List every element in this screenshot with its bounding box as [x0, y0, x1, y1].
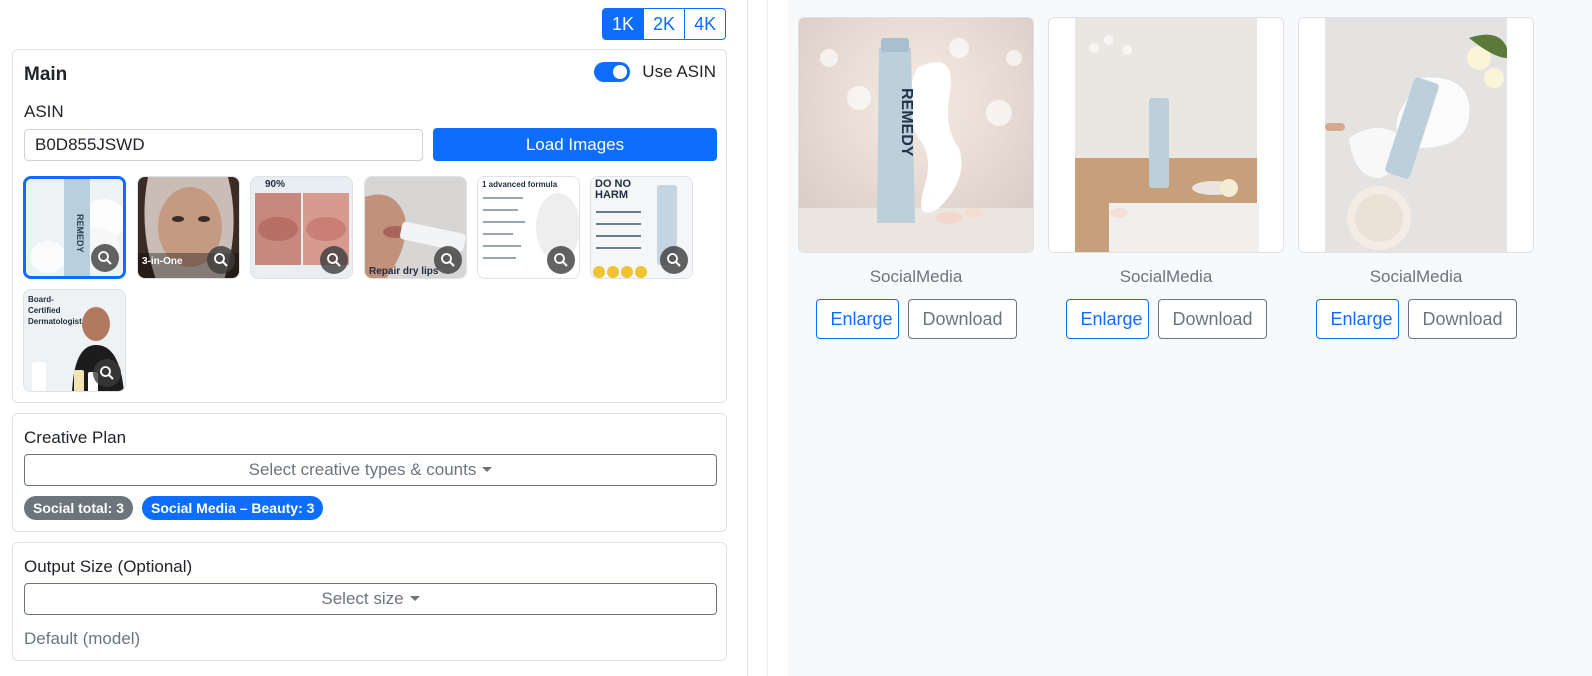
main-card: Main Use ASIN ASIN Load Images REMEDY	[12, 49, 727, 403]
zoom-icon[interactable]	[660, 246, 688, 274]
result-image-graphic: REMEDY	[799, 18, 1033, 252]
thumbnail-overlay-text: Board-Certified Dermatologist	[28, 295, 82, 326]
download-button[interactable]: Download	[907, 299, 1017, 339]
resolution-2k-button[interactable]: 2K	[643, 8, 686, 40]
use-asin-toggle[interactable]	[594, 62, 631, 82]
enlarge-button[interactable]: Enlarge	[1065, 299, 1149, 339]
zoom-icon[interactable]	[547, 246, 575, 274]
download-button[interactable]: Download	[1407, 299, 1517, 339]
main-title: Main	[24, 64, 68, 85]
output-size-dropdown-label: Select size	[321, 589, 404, 608]
social-media-beauty-badge: Social Media – Beauty: 3	[142, 496, 324, 520]
output-size-label: Output Size (Optional)	[24, 557, 193, 576]
zoom-icon[interactable]	[320, 246, 348, 274]
thumbnail-woman-face[interactable]: 3-in-One	[137, 176, 240, 279]
svg-text:REMEDY: REMEDY	[75, 214, 85, 253]
load-images-button[interactable]: Load Images	[433, 128, 717, 161]
result-card: SocialMedia Enlarge Download	[1048, 17, 1284, 339]
result-image[interactable]	[1048, 17, 1284, 253]
resolution-toggle-group: 1K 2K 4K	[602, 8, 727, 40]
enlarge-button[interactable]: Enlarge	[815, 299, 899, 339]
caret-down-icon	[409, 596, 420, 601]
thumbnail-lips-comparison[interactable]: 90%	[250, 176, 353, 279]
caret-down-icon	[482, 467, 493, 472]
product-brand-text: REMEDY	[898, 88, 915, 157]
use-asin-label: Use ASIN	[642, 62, 716, 81]
thumbnail-formula-list[interactable]: 1 advanced formula	[477, 176, 580, 279]
use-asin-toggle-wrap: Use ASIN	[594, 62, 716, 82]
thumbnail-do-no-harm[interactable]: DO NO HARM	[590, 176, 693, 279]
zoom-icon[interactable]	[93, 359, 121, 387]
enlarge-button[interactable]: Enlarge	[1315, 299, 1399, 339]
result-image[interactable]: REMEDY	[798, 17, 1034, 253]
thumbnail-overlay-text: 3-in-One	[142, 256, 183, 267]
thumbnail-dermatologist[interactable]: Board-Certified Dermatologist	[23, 289, 126, 392]
result-actions: Enlarge Download	[1048, 299, 1284, 339]
result-caption: SocialMedia	[1119, 267, 1213, 286]
result-caption: SocialMedia	[869, 267, 963, 286]
asin-label: ASIN	[24, 102, 64, 121]
creative-plan-label: Creative Plan	[24, 428, 127, 447]
zoom-icon[interactable]	[207, 246, 235, 274]
thumbnail-overlay-text: DO NO HARM	[595, 178, 632, 201]
zoom-icon[interactable]	[434, 246, 462, 274]
resolution-1k-button[interactable]: 1K	[602, 8, 645, 40]
creative-plan-card: Creative Plan Select creative types & co…	[12, 413, 727, 532]
result-image-graphic	[1299, 18, 1533, 252]
asin-input[interactable]	[24, 129, 423, 161]
result-actions: Enlarge Download	[1298, 299, 1534, 339]
column-gap-line	[767, 0, 768, 676]
output-size-hint: Default (model)	[24, 629, 141, 648]
left-panel: 1K 2K 4K Main Use ASIN ASIN Load Images …	[0, 0, 748, 676]
thumbnail-overlay-text: 1 advanced formula	[482, 180, 558, 189]
thumbnail-lips-application[interactable]: Repair dry lips	[364, 176, 467, 279]
column-gap	[748, 0, 768, 676]
output-size-card: Output Size (Optional) Select size Defau…	[12, 542, 727, 661]
results-panel: REMEDY SocialMedia Enlarge Download Soci…	[788, 0, 1592, 676]
result-card: SocialMedia Enlarge Download	[1298, 17, 1534, 339]
social-total-badge: Social total: 3	[24, 496, 134, 520]
result-caption: SocialMedia	[1369, 267, 1463, 286]
thumbnail-overlay-text: Repair dry lips	[369, 266, 439, 277]
resolution-4k-button[interactable]: 4K	[684, 8, 727, 40]
creative-plan-badges: Social total: 3 Social Media – Beauty: 3	[24, 496, 332, 520]
thumbnail-product-tube[interactable]: REMEDY	[23, 176, 126, 279]
result-image-graphic	[1049, 18, 1283, 252]
result-actions: Enlarge Download	[798, 299, 1034, 339]
result-image[interactable]	[1298, 17, 1534, 253]
output-size-dropdown[interactable]: Select size	[24, 583, 717, 615]
result-card: REMEDY SocialMedia Enlarge Download	[798, 17, 1034, 339]
creative-types-dropdown-label: Select creative types & counts	[248, 460, 477, 479]
creative-types-dropdown[interactable]: Select creative types & counts	[24, 454, 717, 486]
download-button[interactable]: Download	[1157, 299, 1267, 339]
thumbnail-overlay-text: 90%	[265, 179, 286, 190]
zoom-icon[interactable]	[91, 244, 119, 272]
